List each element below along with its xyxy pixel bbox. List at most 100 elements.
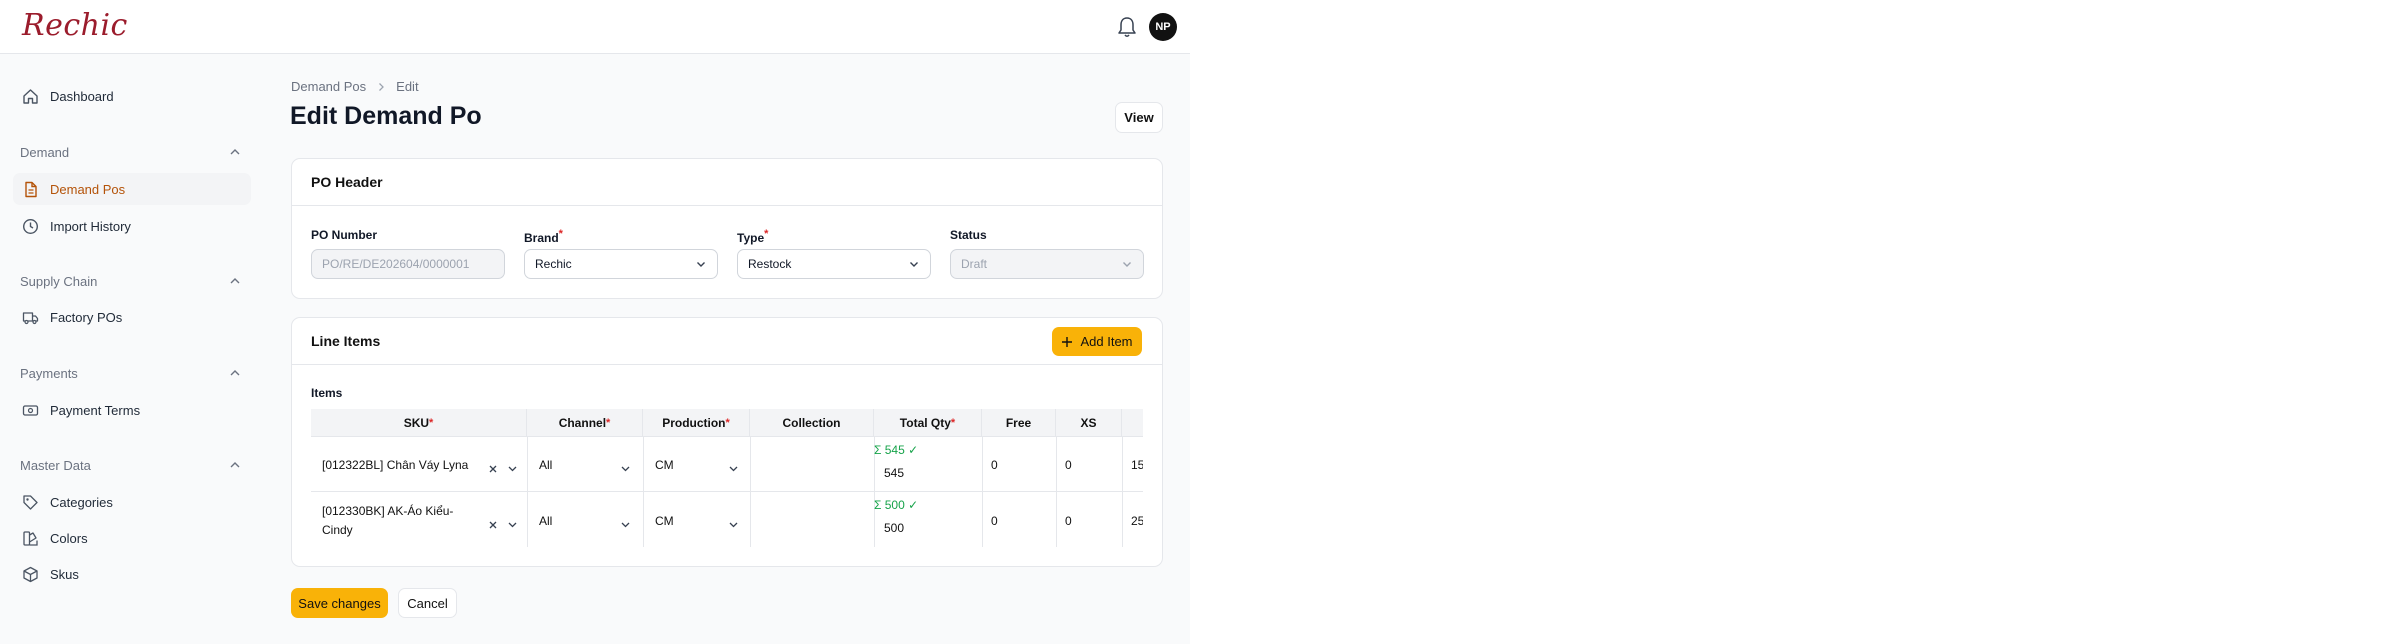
chevron-down-icon[interactable] — [507, 461, 518, 472]
row1-channel[interactable]: All — [539, 458, 552, 472]
row2-sum-check: Σ 500 ✓ — [874, 498, 919, 512]
chevron-down-icon — [695, 258, 707, 270]
row2-xs[interactable]: 0 — [1065, 514, 1072, 528]
breadcrumb: Demand Pos Edit — [291, 79, 419, 94]
view-button[interactable]: View — [1115, 102, 1163, 133]
brand-select[interactable]: Rechic — [524, 249, 718, 279]
chevron-up-icon[interactable] — [228, 458, 242, 472]
po-number-field: PO/RE/DE202604/0000001 — [311, 249, 505, 279]
breadcrumb-current: Edit — [396, 79, 419, 94]
po-number-label: PO Number — [311, 228, 378, 242]
top-bar: Rechic NP — [0, 0, 1190, 54]
banknote-icon — [22, 402, 39, 419]
chevron-down-icon[interactable] — [620, 517, 631, 528]
line-items-card: Line Items Add Item Items SKU * Channel * … — [291, 317, 1163, 567]
breadcrumb-parent[interactable]: Demand Pos — [291, 79, 366, 94]
sidebar-item-categories[interactable]: Categories — [13, 486, 251, 518]
column-header-free[interactable]: Free — [982, 409, 1056, 436]
row1-xs[interactable]: 0 — [1065, 458, 1072, 472]
po-header-title: PO Header — [292, 159, 1162, 206]
sidebar-item-factory-pos[interactable]: Factory POs — [13, 301, 251, 333]
plus-icon — [1061, 336, 1073, 348]
sidebar: Dashboard Demand Demand Pos Import Histo… — [0, 54, 270, 644]
chevron-down-icon[interactable] — [728, 461, 739, 472]
group-payments[interactable]: Payments — [20, 366, 78, 381]
row1-production[interactable]: CM — [655, 458, 674, 472]
status-select: Draft — [950, 249, 1144, 279]
row1-next-size[interactable]: 150 — [1131, 458, 1143, 472]
row2-sku[interactable]: [012330BK] AK-Áo Kiểu-Cindy — [322, 502, 472, 540]
row1-total-qty[interactable]: 545 — [884, 466, 904, 480]
add-item-button[interactable]: Add Item — [1052, 327, 1142, 356]
type-label: Type* — [737, 228, 769, 245]
sidebar-item-label: Categories — [50, 494, 113, 510]
row-divider — [311, 436, 1143, 437]
column-divider — [1122, 436, 1123, 547]
chevron-up-icon[interactable] — [228, 145, 242, 159]
group-demand[interactable]: Demand — [20, 145, 69, 160]
column-header-production[interactable]: Production * — [643, 409, 750, 436]
clear-icon[interactable] — [488, 461, 498, 473]
chevron-right-icon — [376, 82, 386, 92]
column-header-collection[interactable]: Collection — [750, 409, 874, 436]
chevron-up-icon[interactable] — [228, 366, 242, 380]
clock-icon — [22, 218, 39, 235]
sidebar-item-skus[interactable]: Skus — [13, 558, 251, 590]
column-header-xs[interactable]: XS — [1056, 409, 1122, 436]
page-title: Edit Demand Po — [290, 102, 482, 130]
row1-free[interactable]: 0 — [991, 458, 998, 472]
row1-sku[interactable]: [012322BL] Chân Váy Lyna — [322, 458, 492, 472]
home-icon — [22, 88, 39, 105]
po-header-card: PO Header PO Number PO/RE/DE202604/00000… — [291, 158, 1163, 299]
sidebar-item-label: Import History — [50, 218, 131, 234]
sidebar-item-label: Payment Terms — [50, 402, 141, 418]
brand-logo[interactable]: Rechic — [22, 8, 128, 43]
sidebar-item-label: Factory POs — [50, 309, 123, 325]
user-avatar[interactable]: NP — [1149, 13, 1177, 41]
column-divider — [750, 436, 751, 547]
items-label: Items — [311, 386, 343, 400]
column-header-overflow — [1122, 409, 1143, 436]
bell-icon[interactable] — [1116, 15, 1138, 39]
app-shell: Rechic NP Dashboard Demand Demand Pos Im… — [0, 0, 1190, 644]
sidebar-item-label: Dashboard — [50, 88, 114, 104]
group-supply-chain[interactable]: Supply Chain — [20, 274, 97, 289]
column-divider — [527, 436, 528, 547]
row-divider — [311, 491, 1143, 492]
brand-label: Brand* — [524, 228, 563, 245]
column-divider — [982, 436, 983, 547]
sidebar-item-label: Colors — [50, 530, 88, 546]
cancel-button[interactable]: Cancel — [398, 588, 457, 618]
sidebar-item-dashboard[interactable]: Dashboard — [13, 80, 251, 112]
row2-free[interactable]: 0 — [991, 514, 998, 528]
chevron-down-icon[interactable] — [728, 517, 739, 528]
save-changes-button[interactable]: Save changes — [291, 588, 388, 618]
column-divider — [643, 436, 644, 547]
column-divider — [1056, 436, 1057, 547]
row1-sum-check: Σ 545 ✓ — [874, 443, 919, 457]
chevron-down-icon[interactable] — [507, 517, 518, 528]
clear-icon[interactable] — [488, 517, 498, 529]
row2-production[interactable]: CM — [655, 514, 674, 528]
sidebar-item-payment-terms[interactable]: Payment Terms — [13, 394, 251, 426]
column-header-channel[interactable]: Channel * — [527, 409, 643, 436]
group-master-data[interactable]: Master Data — [20, 458, 91, 473]
chevron-up-icon[interactable] — [228, 274, 242, 288]
row2-next-size[interactable]: 25 — [1131, 514, 1143, 528]
column-header-sku[interactable]: SKU * — [311, 409, 527, 436]
row2-total-qty[interactable]: 500 — [884, 521, 904, 535]
truck-icon — [22, 309, 39, 326]
sidebar-item-label: Demand Pos — [50, 181, 126, 197]
line-items-table[interactable]: SKU * Channel * Production * Collection Tot… — [311, 409, 1143, 547]
sidebar-item-colors[interactable]: Colors — [13, 522, 251, 554]
status-label: Status — [950, 228, 987, 242]
sidebar-item-import-history[interactable]: Import History — [13, 210, 251, 242]
chevron-down-icon[interactable] — [620, 461, 631, 472]
type-select[interactable]: Restock — [737, 249, 931, 279]
sidebar-item-demand-pos[interactable]: Demand Pos — [13, 173, 251, 205]
swatch-icon — [22, 530, 39, 547]
row2-channel[interactable]: All — [539, 514, 552, 528]
column-header-total-qty[interactable]: Total Qty * — [874, 409, 982, 436]
chevron-down-icon — [1121, 258, 1133, 270]
cube-icon — [22, 566, 39, 583]
